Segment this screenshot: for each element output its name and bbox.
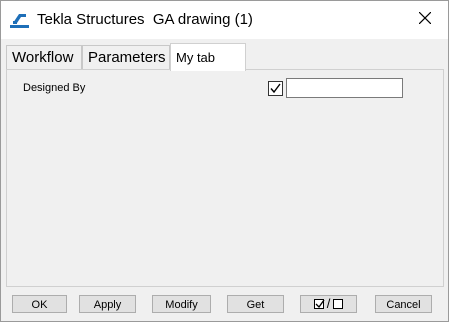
ok-button[interactable]: OK <box>12 295 67 313</box>
apply-button[interactable]: Apply <box>79 295 136 313</box>
designed-by-label: Designed By <box>23 82 86 94</box>
modify-button[interactable]: Modify <box>152 295 211 313</box>
window-title: Tekla Structures GA drawing (1) <box>37 11 253 28</box>
cancel-button[interactable]: Cancel <box>375 295 432 313</box>
dialog-window: Tekla Structures GA drawing (1) Workflow… <box>0 0 449 322</box>
tab-parameters[interactable]: Parameters <box>82 45 170 69</box>
unchecked-box-icon <box>333 299 344 309</box>
toggle-separator: / <box>326 296 331 311</box>
check-icon <box>270 83 281 94</box>
designed-by-checkbox[interactable] <box>268 81 283 96</box>
tab-workflow[interactable]: Workflow <box>6 45 82 69</box>
button-bar: OK Apply Modify Get / Cancel <box>1 295 449 317</box>
select-all-toggle-button[interactable]: / <box>300 295 357 313</box>
tab-my-tab[interactable]: My tab <box>170 43 246 71</box>
get-button[interactable]: Get <box>227 295 284 313</box>
designed-by-input[interactable] <box>286 78 403 98</box>
close-button[interactable] <box>410 5 440 35</box>
tab-panel: Designed By <box>6 69 444 287</box>
checked-box-icon <box>313 299 325 309</box>
title-bar: Tekla Structures GA drawing (1) <box>1 1 448 39</box>
close-icon[interactable] <box>418 11 432 29</box>
tekla-logo-icon <box>10 12 29 29</box>
